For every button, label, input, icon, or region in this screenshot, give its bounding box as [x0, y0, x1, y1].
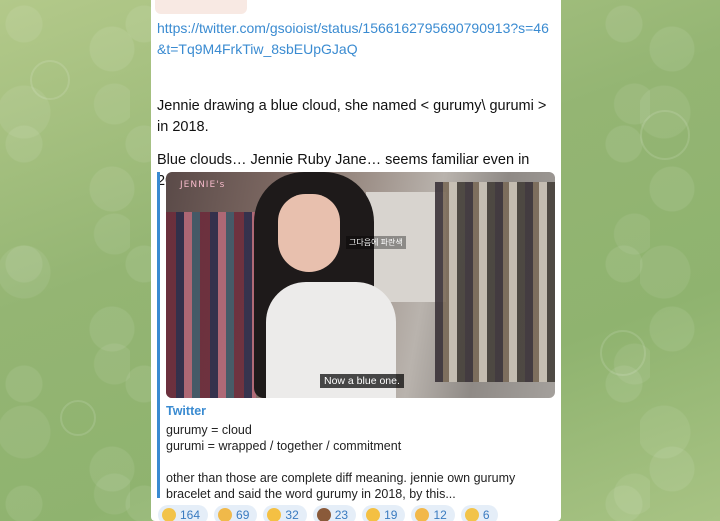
person-face	[278, 194, 340, 272]
reaction-button[interactable]: 32	[263, 505, 307, 521]
korean-caption: 그다음에 파란색	[346, 236, 406, 249]
clothes-rack-left	[166, 212, 256, 398]
preview-desc-line-2: gurumi = wrapped / together / commitment	[166, 439, 402, 453]
reaction-button[interactable]: 19	[362, 505, 406, 521]
reaction-button[interactable]: 69	[214, 505, 258, 521]
preview-desc-line-1: gurumy = cloud	[166, 423, 252, 437]
preview-source-title[interactable]: Twitter	[166, 404, 206, 418]
reaction-button[interactable]: 6	[460, 505, 498, 521]
reaction-count: 32	[285, 508, 299, 521]
video-caption: Now a blue one.	[320, 374, 404, 388]
reaction-count: 69	[236, 508, 250, 521]
previous-message-stub	[155, 0, 247, 14]
wallpaper-doodle	[640, 110, 690, 160]
reaction-count: 164	[180, 508, 201, 521]
poop-icon	[316, 508, 331, 521]
neutral-face-icon	[464, 508, 479, 521]
reaction-count: 6	[482, 508, 490, 521]
channel-logo: JENNIE's	[180, 180, 226, 190]
wallpaper-doodle	[600, 330, 646, 376]
thinking-face-icon	[162, 508, 176, 521]
reaction-button[interactable]: 164	[158, 505, 209, 521]
wallpaper-doodle	[60, 400, 96, 436]
reaction-count: 19	[384, 508, 398, 521]
pointing-finger-icon	[366, 508, 381, 521]
reaction-button[interactable]: 23	[312, 505, 357, 521]
preview-desc-line-3: other than those are complete diff meani…	[166, 471, 516, 501]
hugging-face-icon	[218, 508, 233, 521]
reaction-button[interactable]: 12	[411, 505, 455, 521]
message-paragraph-1: Jennie drawing a blue cloud, she named <…	[157, 98, 547, 135]
tweet-link[interactable]: https://twitter.com/gsoioist/status/1566…	[157, 18, 555, 60]
thumbs-up-icon	[267, 508, 282, 521]
wallpaper-doodle	[30, 60, 70, 100]
preview-video[interactable]: JENNIE's 그다음에 파란색 Now a blue one.	[166, 172, 555, 398]
reactions-bar: 164 69 32 23 19 12 6	[158, 505, 558, 521]
clothes-rack-right	[435, 182, 555, 382]
reaction-count: 12	[433, 508, 447, 521]
reaction-count: 23	[334, 508, 349, 521]
screaming-face-icon	[415, 508, 430, 521]
